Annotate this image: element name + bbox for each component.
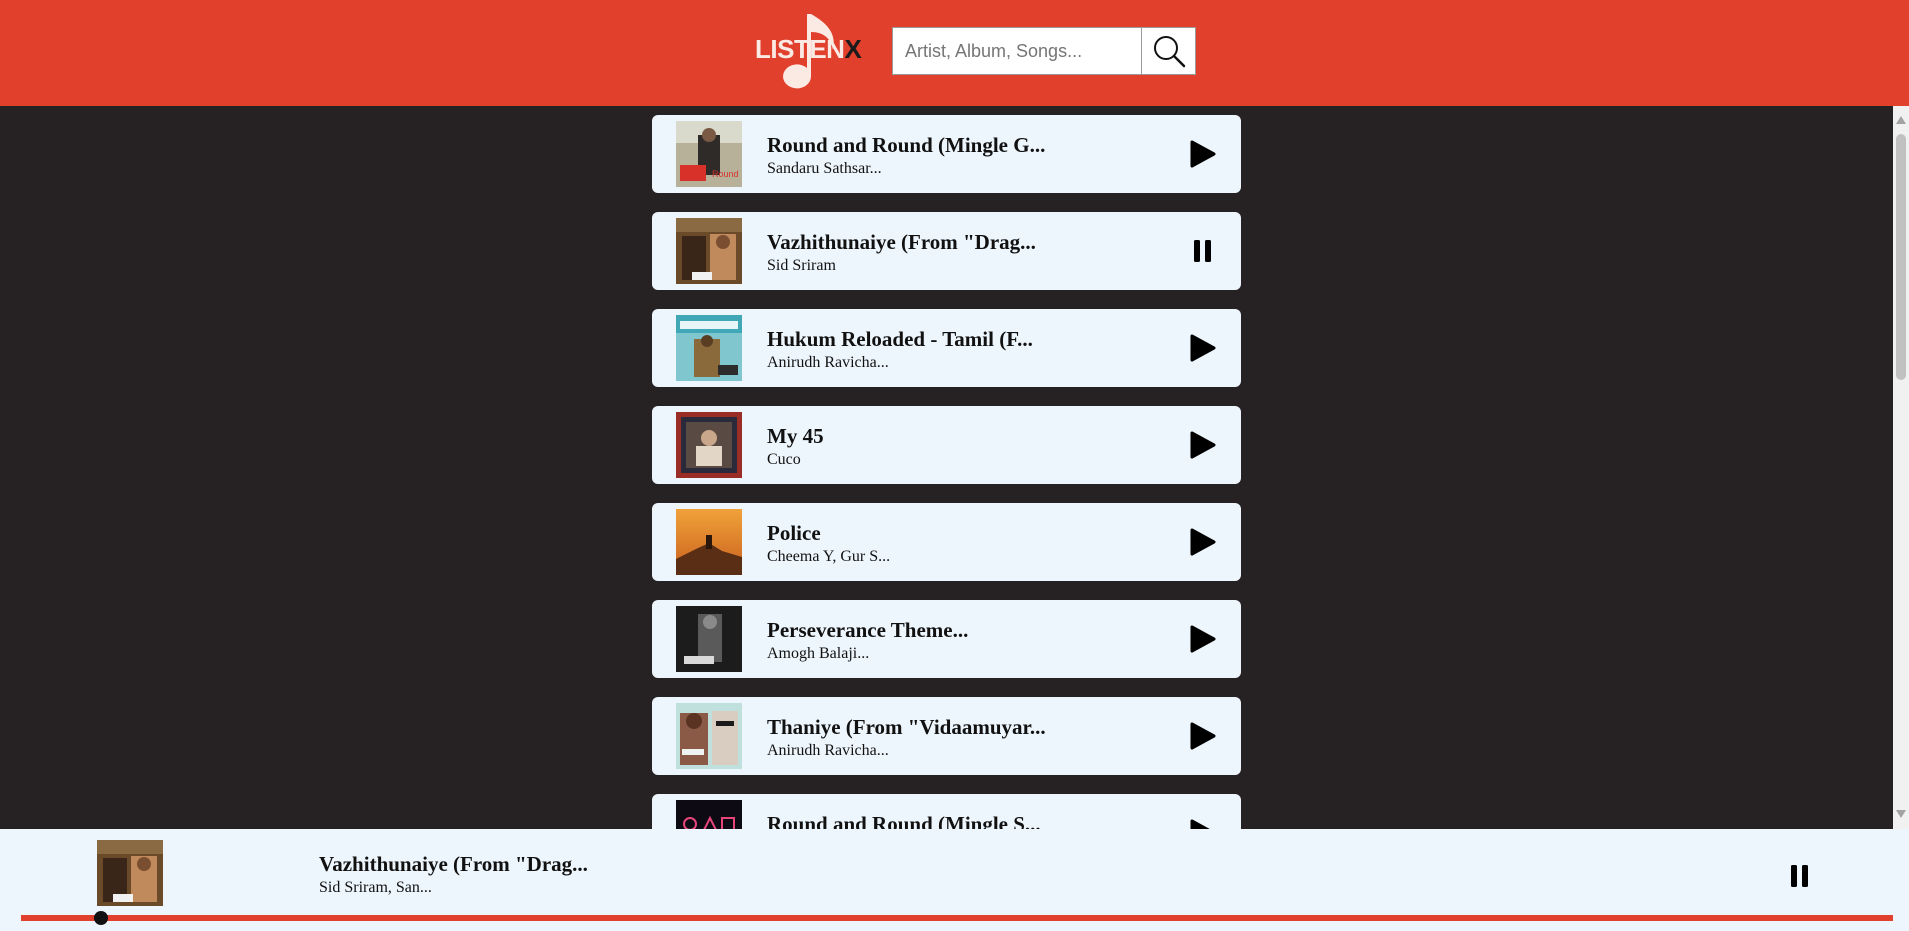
song-artist: Anirudh Ravicha... [767,742,889,759]
song-card[interactable]: Police Cheema Y, Gur S... [652,503,1241,581]
scroll-down-arrow-icon[interactable] [1896,810,1906,818]
song-artist: Cuco [767,451,801,468]
song-artist: Sandaru Sathsar... [767,160,882,177]
song-card[interactable]: Round Round and Round (Mingle G... Sanda… [652,115,1241,193]
police-cover [676,509,742,575]
list-scrollbar[interactable] [1893,106,1909,829]
logo-text-main: LISTEN [755,34,845,64]
song-card[interactable]: Vazhithunaiye (From "Drag... Sid Sriram [652,212,1241,290]
round-and-round-cover: Round [676,121,742,187]
song-list: Round Round and Round (Mingle G... Sanda… [0,106,1893,829]
play-button[interactable] [1187,623,1219,655]
progress-bar[interactable] [21,911,1893,925]
my-45-cover [676,412,742,478]
listenx-logo[interactable]: LISTENX [755,10,862,92]
song-title: Police [767,521,821,545]
search-button[interactable] [1141,27,1196,75]
play-button[interactable] [1187,720,1219,752]
player-pause-button[interactable] [1785,861,1815,891]
perseverance-cover [676,606,742,672]
pause-icon [1194,240,1211,262]
app-header: LISTENX [0,0,1909,106]
round-and-round-s-cover [676,800,742,829]
song-title: Thaniye (From "Vidaamuyar... [767,715,1046,739]
song-card[interactable]: Perseverance Theme... Amogh Balaji... [652,600,1241,678]
logo-text: LISTENX [755,34,862,65]
logo-text-accent: X [844,34,862,64]
play-icon [1190,625,1216,653]
progress-knob[interactable] [94,911,109,925]
hukum-reloaded-cover [676,315,742,381]
vazhithunaiye-cover [676,218,742,284]
now-playing-artist: Sid Sriram, San... [319,879,432,896]
play-icon [1190,431,1216,459]
search-icon [1153,36,1185,68]
song-title: My 45 [767,424,824,448]
song-artist: Sid Sriram [767,257,836,274]
svg-text:Round: Round [712,169,739,179]
search-input[interactable] [892,27,1142,75]
pause-icon [1791,865,1808,887]
song-title: Round and Round (Mingle S... [767,812,1041,829]
song-title: Hukum Reloaded - Tamil (F... [767,327,1033,351]
play-button[interactable] [1187,138,1219,170]
now-playing-title: Vazhithunaiye (From "Drag... [319,852,588,876]
song-card[interactable]: Round and Round (Mingle S... [652,794,1241,829]
song-title: Vazhithunaiye (From "Drag... [767,230,1036,254]
now-playing-bar: Vazhithunaiye (From "Drag... Sid Sriram,… [0,829,1909,931]
thaniye-cover [676,703,742,769]
play-button[interactable] [1187,332,1219,364]
play-button[interactable] [1187,526,1219,558]
song-artist: Amogh Balaji... [767,645,870,662]
play-icon [1190,334,1216,362]
song-card[interactable]: My 45 Cuco [652,406,1241,484]
song-artist: Cheema Y, Gur S... [767,548,891,565]
play-button[interactable] [1187,429,1219,461]
pause-button[interactable] [1187,235,1219,267]
play-icon [1190,140,1216,168]
play-icon [1190,528,1216,556]
song-card[interactable]: Hukum Reloaded - Tamil (F... Anirudh Rav… [652,309,1241,387]
play-button[interactable] [1187,817,1219,829]
play-icon [1190,722,1216,750]
song-card[interactable]: Thaniye (From "Vidaamuyar... Anirudh Rav… [652,697,1241,775]
scrollbar-thumb[interactable] [1896,134,1906,380]
song-artist: Anirudh Ravicha... [767,354,889,371]
scroll-up-arrow-icon[interactable] [1896,116,1906,124]
play-icon [1190,819,1210,829]
song-title: Perseverance Theme... [767,618,969,642]
vazhithunaiye-cover [97,840,163,906]
song-title: Round and Round (Mingle G... [767,133,1046,157]
